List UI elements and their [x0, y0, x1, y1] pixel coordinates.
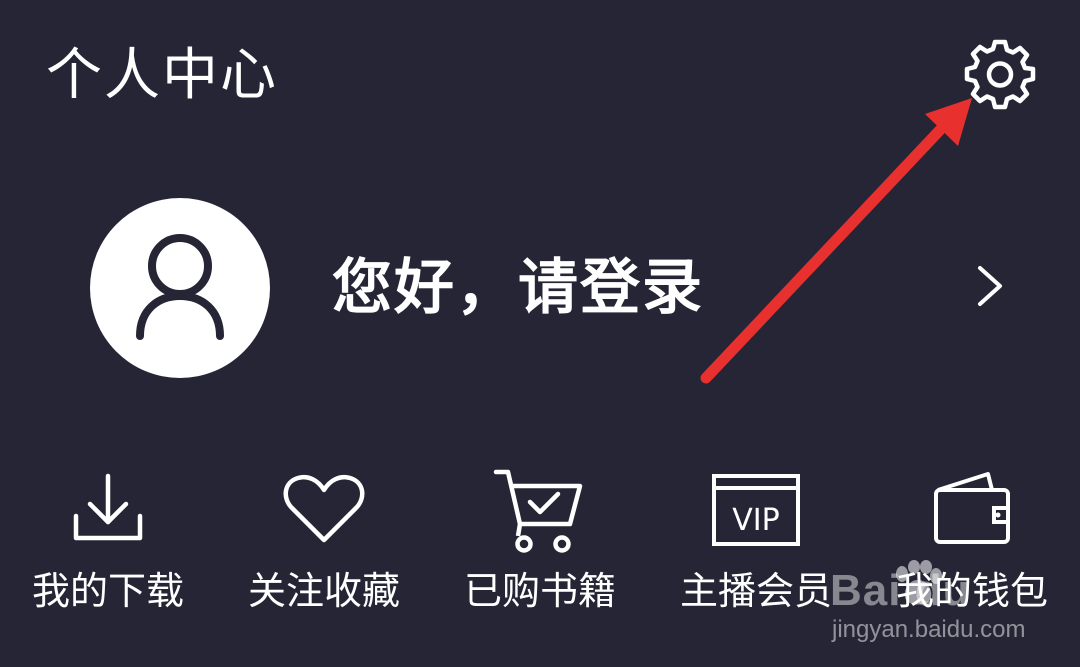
shortcut-label: 我的下载: [31, 569, 184, 613]
wallet-icon: [922, 464, 1022, 554]
vip-text: VIP: [732, 503, 779, 538]
shopping-cart-icon: [490, 464, 590, 560]
shortcut-label: 已购书籍: [463, 569, 616, 613]
heart-icon: [274, 464, 374, 554]
shortcut-my-downloads[interactable]: 我的下载: [18, 464, 198, 624]
chevron-right-icon[interactable]: [972, 264, 1008, 308]
avatar[interactable]: [90, 198, 270, 378]
download-icon: [58, 464, 158, 554]
shortcut-label: 我的钱包: [895, 569, 1048, 613]
shortcut-favorites[interactable]: 关注收藏: [234, 464, 414, 624]
login-profile-row[interactable]: 您好，请登录: [0, 196, 1080, 380]
shortcut-bar: 我的下载 关注收藏 已购书籍 VIP 主播会员 我的钱包: [0, 464, 1080, 624]
shortcut-anchor-membership[interactable]: VIP 主播会员: [666, 464, 846, 624]
shortcut-label: 主播会员: [679, 569, 832, 613]
shortcut-my-wallet[interactable]: 我的钱包: [882, 464, 1062, 624]
shortcut-purchased-books[interactable]: 已购书籍: [450, 464, 630, 624]
user-icon: [136, 234, 224, 340]
gear-icon: [964, 39, 1036, 110]
page-title: 个人中心: [46, 43, 278, 108]
login-prompt[interactable]: 您好，请登录: [332, 252, 704, 324]
settings-button[interactable]: [962, 36, 1038, 112]
shortcut-label: 关注收藏: [247, 569, 400, 613]
vip-card-icon: VIP: [706, 464, 806, 554]
